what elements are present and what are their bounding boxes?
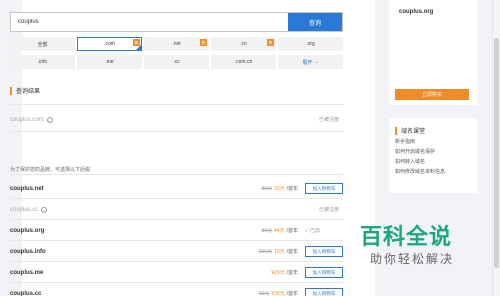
divider bbox=[10, 282, 343, 283]
price-unit: /首年 bbox=[286, 186, 298, 192]
suffix-label: .me bbox=[105, 59, 114, 65]
domain-name: couplus.cc bbox=[10, 290, 42, 296]
suffix-chip[interactable]: .info bbox=[10, 55, 75, 69]
domain-row: couplus.cc 68元 ¥39元/首年 加入购物车 bbox=[10, 286, 343, 296]
divider bbox=[10, 131, 343, 132]
search-bar: 查询 bbox=[10, 12, 343, 32]
suffix-label: .info bbox=[37, 59, 48, 65]
title-accent-bar bbox=[395, 126, 397, 135]
original-price: 266元 bbox=[258, 249, 273, 255]
domain-name: couplus.net bbox=[10, 185, 44, 192]
divider bbox=[10, 219, 343, 220]
suffix-label: .com.cn bbox=[234, 59, 253, 65]
suffix-label: 全部 bbox=[37, 41, 48, 48]
divider bbox=[10, 261, 343, 262]
guide-title-text: 域名课堂 bbox=[401, 129, 426, 135]
price-unit: /首年 bbox=[286, 249, 298, 255]
price: 266元 19元/首年 bbox=[259, 248, 298, 255]
suffix-label: 展开 bbox=[302, 59, 313, 66]
title-accent-bar bbox=[10, 86, 12, 95]
hot-badge: 热 bbox=[200, 39, 207, 46]
price-unit: /首年 bbox=[286, 291, 298, 296]
guide-title: 域名课堂 bbox=[395, 126, 425, 135]
divider bbox=[10, 104, 343, 105]
divider bbox=[10, 174, 343, 175]
suffix-label: .com bbox=[104, 41, 115, 47]
guide-link[interactable]: 新手指南 bbox=[395, 139, 445, 146]
suffix-chip[interactable]: .org bbox=[278, 37, 343, 51]
current-price: ¥39元 bbox=[271, 291, 285, 296]
divider bbox=[10, 240, 343, 241]
suffix-chip[interactable]: .me bbox=[77, 55, 142, 69]
buy-now-button[interactable]: 立即购买 bbox=[395, 89, 469, 100]
search-button[interactable]: 查询 bbox=[288, 13, 342, 31]
add-to-cart-button[interactable]: 加入购物车 bbox=[305, 183, 343, 194]
primary-result-row: couplus.com i 已被注册 bbox=[10, 112, 343, 127]
suffix-chip[interactable]: 全部 bbox=[10, 37, 75, 51]
selected-domain: couplus.org bbox=[399, 9, 434, 15]
price: 88元 33元/首年 bbox=[261, 185, 298, 192]
domain-status: 已被注册 bbox=[318, 207, 339, 213]
suffix-chip[interactable]: .cc bbox=[144, 55, 209, 69]
price: 68元 ¥39元/首年 bbox=[259, 290, 298, 296]
results-title-text: 查询结果 bbox=[16, 89, 41, 95]
original-price: 88元 bbox=[261, 228, 273, 234]
search-input[interactable] bbox=[11, 13, 288, 31]
divider bbox=[10, 198, 343, 199]
suggestion-hint: 为了保护您的品牌，可选择以下后缀 bbox=[10, 167, 91, 173]
domain-row: couplus.cc i 已被注册 bbox=[10, 202, 343, 217]
watermark-subtitle: 助你轻松解决 bbox=[370, 252, 455, 266]
suffix-label: .cn bbox=[240, 41, 247, 47]
scrollbar-thumb[interactable] bbox=[494, 38, 499, 268]
suffix-chip[interactable]: 展开 ⌄ bbox=[278, 55, 343, 69]
add-to-cart-button[interactable]: 加入购物车 bbox=[305, 288, 343, 296]
added-to-cart-status[interactable]: ✓ 已加 bbox=[305, 227, 343, 234]
chevron-down-icon: ⌄ bbox=[314, 59, 319, 65]
suffix-chip[interactable]: .com.cn bbox=[211, 55, 276, 69]
add-to-cart-button[interactable]: 加入购物车 bbox=[305, 267, 343, 278]
domain-row: couplus.org 88元 44元/首年 ✓ 已加 bbox=[10, 223, 343, 238]
price-unit: /首年 bbox=[286, 228, 298, 234]
scrollbar[interactable] bbox=[492, 0, 500, 296]
current-price: 19元 bbox=[274, 249, 285, 255]
domain-name: couplus.info bbox=[10, 248, 46, 255]
info-icon[interactable]: i bbox=[41, 206, 48, 213]
suffix-chip[interactable]: .com 热 bbox=[77, 37, 142, 51]
price-unit: /首年 bbox=[286, 270, 298, 276]
guide-link[interactable]: 如何开启域名保护 bbox=[395, 149, 445, 156]
domain-name: couplus.org bbox=[10, 227, 45, 234]
hot-badge: 热 bbox=[267, 39, 274, 46]
original-price: 88元 bbox=[261, 186, 273, 192]
suffix-label: .cc bbox=[173, 59, 180, 65]
original-price: 68元 bbox=[258, 291, 270, 296]
guide-links: 新手指南 如何开启域名保护 如何转入域名 如何修改域名资料信息 bbox=[395, 139, 445, 176]
current-price: ¥29元 bbox=[271, 270, 285, 276]
suffix-chip[interactable]: .cn 热 bbox=[211, 37, 276, 51]
suffix-label: .org bbox=[306, 41, 315, 47]
price: 88元 44元/首年 bbox=[261, 227, 298, 234]
add-to-cart-button[interactable]: 加入购物车 bbox=[305, 246, 343, 257]
guide-link[interactable]: 如何修改域名资料信息 bbox=[395, 169, 445, 176]
suffix-label: .net bbox=[172, 41, 181, 47]
primary-domain: couplus.com bbox=[10, 116, 44, 123]
current-price: 33元 bbox=[274, 186, 285, 192]
guide-link[interactable]: 如何转入域名 bbox=[395, 159, 445, 166]
domain-row: couplus.net 88元 33元/首年 加入购物车 bbox=[10, 181, 343, 196]
results-title: 查询结果 bbox=[10, 86, 40, 95]
domain-name: couplus.me bbox=[10, 269, 44, 276]
price: ¥29元/首年 bbox=[271, 269, 298, 276]
domain-name: couplus.cc bbox=[10, 206, 39, 213]
domain-row: couplus.info 266元 19元/首年 加入购物车 bbox=[10, 244, 343, 259]
selected-corner-icon bbox=[136, 45, 141, 50]
domain-row: couplus.me ¥29元/首年 加入购物车 bbox=[10, 265, 343, 280]
primary-status: 已被注册 bbox=[318, 117, 339, 123]
watermark-title: 百科全说 bbox=[360, 225, 453, 250]
current-price: 44元 bbox=[274, 228, 285, 234]
info-icon[interactable]: i bbox=[46, 116, 53, 123]
watermark: 百科全说 助你轻松解决 bbox=[360, 225, 472, 267]
suffix-filter: 全部 .com 热 .net 热 .cn 热 .org .info .me .cc .com.cn 展开… bbox=[10, 37, 343, 69]
suffix-chip[interactable]: .net 热 bbox=[144, 37, 209, 51]
